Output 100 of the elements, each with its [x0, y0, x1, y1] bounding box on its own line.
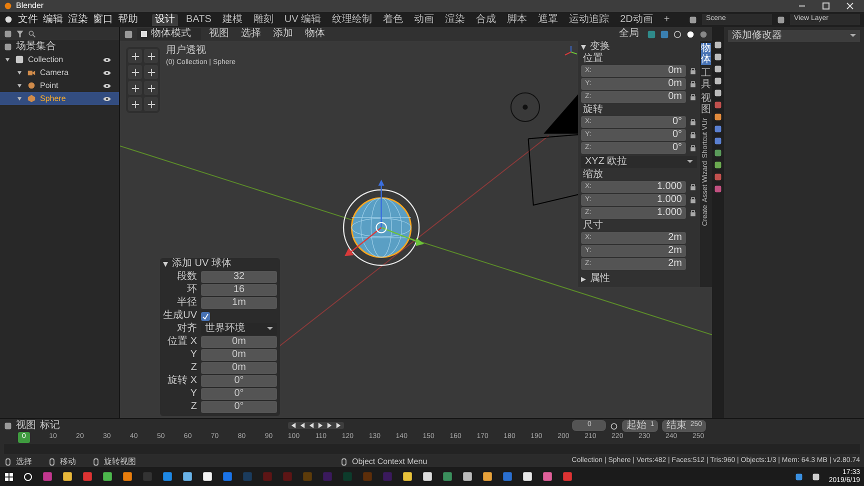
- sphere-drawing[interactable]: [350, 197, 412, 258]
- start-icon[interactable]: [4, 472, 14, 482]
- jump-end-icon[interactable]: [335, 422, 342, 429]
- stopwatch-icon[interactable]: [610, 422, 618, 430]
- snap-icon[interactable]: [647, 30, 656, 38]
- lock-icon[interactable]: [689, 144, 697, 152]
- display-mode-icon[interactable]: [4, 30, 12, 38]
- timeline-track[interactable]: [4, 444, 860, 454]
- workspace-tab[interactable]: +: [660, 14, 673, 26]
- app-icon[interactable]: [122, 471, 133, 482]
- lock-icon[interactable]: [689, 209, 697, 217]
- app-icon[interactable]: [422, 471, 433, 482]
- number-field[interactable]: 0m: [201, 362, 277, 374]
- wireframe-shading-icon[interactable]: [673, 30, 682, 38]
- menu-item[interactable]: 窗口: [93, 14, 113, 26]
- lock-icon[interactable]: [689, 80, 697, 88]
- lock-icon[interactable]: [689, 131, 697, 139]
- play-reverse-icon[interactable]: [308, 422, 316, 429]
- material-shading-icon[interactable]: [699, 30, 708, 38]
- overlay-icon[interactable]: [660, 30, 669, 38]
- lock-icon[interactable]: [689, 118, 697, 126]
- timeline-menu[interactable]: 标记: [40, 420, 60, 432]
- maximize-icon[interactable]: [822, 2, 830, 10]
- blender-menu-icon[interactable]: [4, 15, 13, 24]
- search-icon[interactable]: [23, 472, 33, 482]
- app-icon[interactable]: [462, 471, 473, 482]
- number-field[interactable]: 16: [201, 284, 277, 296]
- workspace-tab[interactable]: 动画: [411, 14, 438, 26]
- workspace-tab[interactable]: UV 编辑: [281, 14, 324, 26]
- workspace-tab[interactable]: BATS: [183, 14, 214, 26]
- sidebar-tab[interactable]: 工具: [701, 68, 711, 90]
- transform-gizmo-drawing[interactable]: [342, 180, 424, 266]
- filter-icon[interactable]: [16, 30, 24, 38]
- lock-icon[interactable]: [689, 67, 697, 75]
- operator-title[interactable]: 添加 UV 球体: [163, 258, 277, 270]
- menu-item[interactable]: 渲染: [68, 14, 88, 26]
- app-icon[interactable]: [402, 471, 413, 482]
- scene-icon[interactable]: [689, 16, 697, 24]
- panel-header[interactable]: 变换: [581, 41, 697, 53]
- number-field[interactable]: 0m: [201, 349, 277, 361]
- number-field[interactable]: 0°: [201, 388, 277, 400]
- workspace-tab[interactable]: 设计: [152, 14, 178, 26]
- app-icon[interactable]: [62, 471, 73, 482]
- app-icon[interactable]: [482, 471, 493, 482]
- viewport-menu[interactable]: 选择: [237, 28, 265, 40]
- orientation-dropdown[interactable]: 全局: [615, 28, 643, 40]
- editor-type-icon[interactable]: [124, 30, 133, 38]
- workspace-tab[interactable]: 2D动画: [617, 14, 656, 26]
- number-field[interactable]: 0m: [201, 336, 277, 348]
- workspace-tab[interactable]: 着色: [380, 14, 406, 26]
- play-icon[interactable]: [317, 422, 324, 429]
- view-layer-icon[interactable]: [777, 16, 785, 24]
- app-icon[interactable]: [522, 471, 533, 482]
- outliner-row[interactable]: Point: [0, 79, 119, 92]
- editor-type-icon[interactable]: [4, 422, 12, 430]
- viewport-menu[interactable]: 视图: [205, 28, 233, 40]
- menu-item[interactable]: 帮助: [118, 14, 138, 26]
- workspace-tab[interactable]: 合成: [473, 14, 500, 26]
- workspace-tab[interactable]: 建模: [219, 14, 246, 26]
- eye-icon[interactable]: [103, 82, 111, 90]
- mode-dropdown[interactable]: 物体模式: [137, 28, 201, 40]
- checkbox[interactable]: [201, 312, 210, 320]
- menu-item[interactable]: 编辑: [43, 14, 63, 26]
- lock-icon[interactable]: [689, 93, 697, 101]
- workspace-tab[interactable]: 纹理绘制: [329, 14, 376, 26]
- close-icon[interactable]: [846, 2, 854, 10]
- solid-shading-icon[interactable]: [686, 30, 695, 38]
- workspace-tab[interactable]: 渲染: [442, 14, 468, 26]
- move-icon[interactable]: [130, 68, 140, 76]
- number-field[interactable]: 1m: [201, 297, 277, 309]
- menu-item[interactable]: 文件: [18, 14, 38, 26]
- lock-icon[interactable]: [689, 196, 697, 204]
- eye-icon[interactable]: [103, 94, 111, 102]
- viewport-menu[interactable]: 添加: [269, 28, 297, 40]
- rotation-mode-dropdown[interactable]: XYZ 欧拉: [581, 156, 697, 168]
- workspace-tab[interactable]: 遮罩: [535, 14, 562, 26]
- outliner-row[interactable]: Camera: [0, 66, 119, 79]
- number-field[interactable]: 32: [201, 271, 277, 283]
- tray-icon[interactable]: [794, 472, 803, 480]
- viewport-menu[interactable]: 物体: [301, 28, 329, 40]
- outliner-row[interactable]: 场景集合: [0, 40, 119, 53]
- number-field[interactable]: 0°: [201, 375, 277, 387]
- workspace-tab[interactable]: 雕刻: [250, 14, 276, 26]
- timeline-menu[interactable]: 视图: [16, 420, 36, 432]
- lock-icon[interactable]: [689, 183, 697, 191]
- volume-icon[interactable]: [812, 472, 820, 480]
- app-icon[interactable]: [202, 471, 213, 482]
- eye-icon[interactable]: [103, 68, 111, 76]
- search-icon[interactable]: [28, 30, 36, 38]
- number-field[interactable]: 0°: [201, 401, 277, 413]
- workspace-tab[interactable]: 脚本: [504, 14, 530, 26]
- viewport[interactable]: [120, 27, 712, 418]
- next-keyframe-icon[interactable]: [326, 422, 334, 429]
- outliner-row[interactable]: Collection: [0, 53, 119, 66]
- add-modifier-dropdown[interactable]: 添加修改器: [728, 30, 860, 42]
- app-icon[interactable]: [182, 471, 193, 482]
- workspace-tab[interactable]: 运动追踪: [566, 14, 612, 26]
- sidebar-tab[interactable]: 视图: [701, 93, 711, 115]
- outliner-row[interactable]: Sphere: [0, 92, 119, 105]
- prev-keyframe-icon[interactable]: [299, 422, 306, 429]
